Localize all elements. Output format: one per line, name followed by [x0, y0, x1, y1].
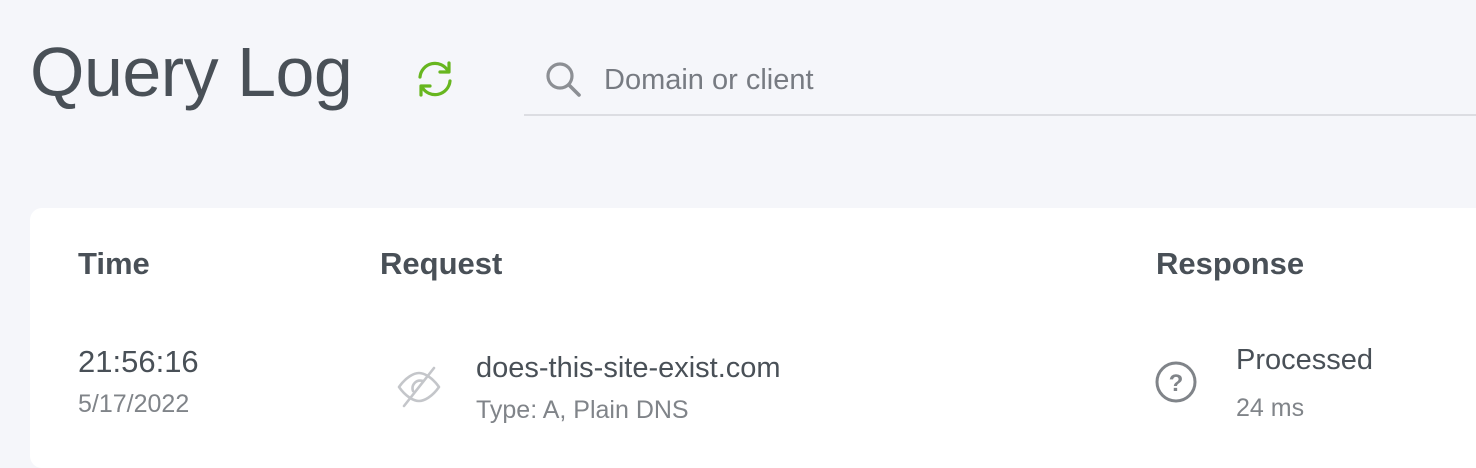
row-domain[interactable]: does-this-site-exist.com — [476, 352, 781, 385]
page-title: Query Log — [30, 33, 353, 111]
refresh-icon — [418, 61, 452, 97]
search-input[interactable] — [604, 56, 1464, 104]
column-header-request[interactable]: Request — [380, 246, 502, 282]
column-header-response[interactable]: Response — [1156, 246, 1304, 282]
page-header: Query Log — [0, 0, 1476, 140]
row-status: Processed — [1236, 344, 1374, 376]
search-icon — [546, 62, 581, 97]
search-bar — [524, 48, 1476, 116]
row-date: 5/17/2022 — [78, 390, 190, 418]
eye-slash-icon[interactable] — [396, 364, 442, 410]
svg-text:?: ? — [1169, 370, 1184, 397]
column-header-time[interactable]: Time — [78, 246, 150, 282]
row-elapsed: 24 ms — [1236, 394, 1305, 422]
refresh-button[interactable] — [412, 56, 458, 102]
question-circle-icon: ? — [1155, 361, 1197, 403]
query-log-table: Time Request Response 21:56:16 5/17/2022… — [30, 208, 1476, 468]
row-time: 21:56:16 — [78, 344, 199, 379]
row-request-type: Type: A, Plain DNS — [476, 396, 689, 424]
